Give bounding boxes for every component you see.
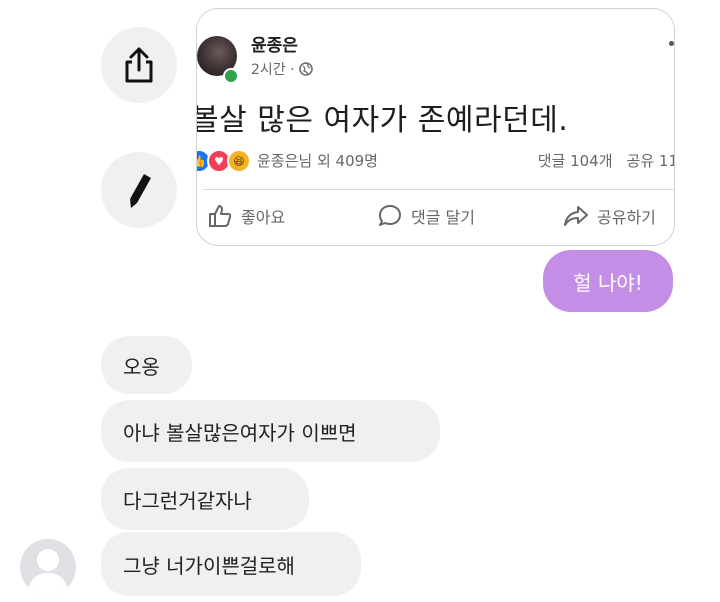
post-author-name[interactable]: 윤종은 (251, 31, 298, 56)
globe-icon (298, 62, 313, 76)
reaction-icons: 👍 ♥ 😆 (197, 149, 251, 173)
comment-button[interactable]: 댓글 달기 (377, 203, 475, 229)
share-button[interactable] (101, 27, 177, 103)
card-divider (203, 189, 674, 190)
more-options-icon[interactable] (669, 41, 674, 46)
received-message-bubble[interactable]: 아냐 볼살많은여자가 이쁘면 (101, 400, 440, 462)
comments-shares-count: 댓글 104개 공유 11 (524, 150, 674, 171)
reactions-row[interactable]: 👍 ♥ 😆 윤종은님 외 409명 댓글 104개 공유 11 (197, 149, 674, 173)
post-action-row: 좋아요 댓글 달기 공유하기 (197, 203, 674, 233)
message-text: 아냐 볼살많은여자가 이쁘면 (123, 420, 357, 445)
received-message-bubble[interactable]: 다그런거같자나 (101, 468, 309, 530)
like-button[interactable]: 좋아요 (207, 203, 285, 229)
post-timestamp: 2시간 · (251, 59, 313, 79)
haha-reaction-icon: 😆 (227, 149, 251, 173)
reactions-count[interactable]: 윤종은님 외 409명 (257, 150, 378, 171)
share-upload-icon (125, 47, 153, 83)
message-text: 그냥 너가이쁜걸로해 (123, 553, 295, 578)
default-avatar-icon (20, 539, 76, 595)
comment-label: 댓글 달기 (411, 208, 475, 227)
message-text: 헐 나야! (573, 270, 643, 295)
post-time-text: 2시간 · (251, 62, 295, 78)
received-message-bubble[interactable]: 오옹 (101, 336, 192, 394)
share-post-button[interactable]: 공유하기 (563, 203, 656, 229)
contact-avatar[interactable] (20, 539, 76, 595)
received-message-bubble[interactable]: 그냥 너가이쁜걸로해 (101, 532, 361, 596)
edit-button[interactable] (101, 152, 177, 228)
message-text: 오옹 (123, 354, 160, 379)
like-label: 좋아요 (241, 208, 286, 227)
share-arrow-icon (564, 206, 588, 226)
share-label: 공유하기 (597, 208, 656, 227)
comments-count[interactable]: 댓글 104개 (538, 152, 613, 170)
post-text: 볼살 많은 여자가 존예라던데. (196, 103, 569, 138)
sent-message-bubble[interactable]: 헐 나야! (543, 250, 673, 312)
message-text: 다그런거같자나 (123, 488, 252, 513)
shares-count[interactable]: 공유 11 (627, 152, 674, 170)
comment-bubble-icon (379, 205, 401, 226)
thumbs-up-icon (209, 205, 232, 227)
pencil-icon (130, 174, 151, 208)
online-status-indicator (223, 68, 239, 84)
shared-post-card[interactable]: 윤종은 2시간 · 볼살 많은 여자가 존예라던데. 👍 ♥ 😆 윤종은님 외 … (196, 8, 675, 246)
